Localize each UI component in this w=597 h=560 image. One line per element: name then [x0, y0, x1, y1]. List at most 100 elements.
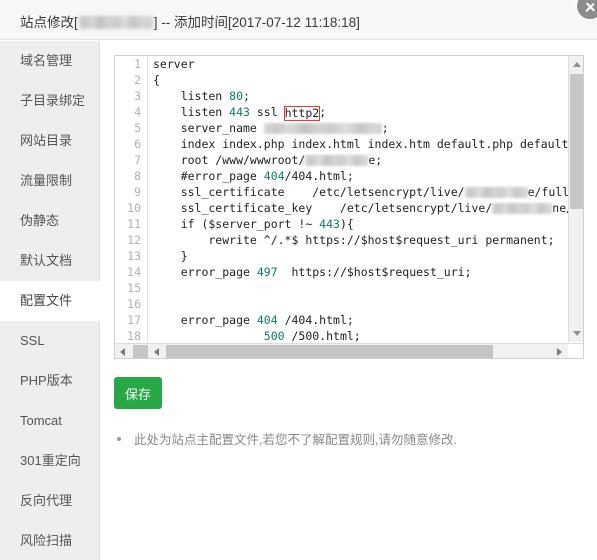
code-text-token: ){	[339, 217, 354, 231]
code-horizontal-scrollbar-thumb[interactable]	[166, 345, 493, 358]
sidebar-item-2[interactable]: 网站目录	[0, 121, 99, 161]
code-text-token: root /www/wwwroot/	[153, 153, 306, 167]
code-line: #error_page 404/404.html;	[149, 168, 568, 184]
sidebar-item-label: 域名管理	[20, 53, 73, 68]
code-text-token: https://$host$request_uri;	[277, 265, 472, 279]
sidebar-item-5[interactable]: 默认文档	[0, 241, 99, 281]
sidebar-item-label: PHP版本	[20, 373, 73, 388]
sidebar-item-label: 301重定向	[20, 453, 81, 468]
sidebar-item-4[interactable]: 伪静态	[0, 201, 99, 241]
main-content: 1 2 3 4 5 6 7 8 9 10 11 12 13 14 15 16 17 18 server{ list…	[101, 41, 597, 560]
code-horizontal-scroll-track[interactable]	[149, 344, 568, 358]
sidebar-item-9[interactable]: Tomcat	[0, 401, 99, 441]
sidebar-item-0[interactable]: 域名管理	[0, 41, 99, 81]
line-number: 16	[127, 297, 141, 311]
config-file-editor[interactable]: 1 2 3 4 5 6 7 8 9 10 11 12 13 14 15 16 17 18 server{ list…	[114, 55, 584, 359]
code-text-token: if ($server_port !~	[153, 217, 320, 231]
code-text-token: /404.html;	[277, 313, 354, 327]
code-text-token: server	[153, 57, 195, 71]
sidebar-item-6[interactable]: 配置文件	[0, 281, 100, 321]
code-text-token: /500.html;	[284, 329, 361, 342]
title-prefix: 站点修改[	[20, 15, 78, 30]
code-text-token: server_name	[153, 121, 264, 135]
horizontal-scrollbar-thumb-outer[interactable]	[133, 345, 148, 358]
line-number: 11	[127, 217, 141, 231]
line-number-gutter: 1 2 3 4 5 6 7 8 9 10 11 12 13 14 15 16 17 18	[115, 56, 148, 343]
line-number: 7	[134, 153, 141, 167]
code-line: ssl_certificate /etc/letsencrypt/live/e/…	[149, 184, 568, 200]
editor-horizontal-scrollbar[interactable]	[115, 343, 583, 358]
sidebar-item-3[interactable]: 流量限制	[0, 161, 99, 201]
code-number-token: 80	[229, 89, 244, 103]
sidebar-item-label: 风险扫描	[20, 533, 73, 548]
dialog-header: 站点修改[ ] -- 添加时间[2017-07-12 11:18:18]	[0, 0, 597, 40]
line-number: 13	[127, 249, 141, 263]
masked-domain-redaction	[464, 187, 528, 198]
code-line: 500 /500.html;	[149, 328, 568, 342]
line-number: 10	[127, 201, 141, 215]
line-number: 5	[134, 121, 141, 135]
line-number: 14	[127, 265, 141, 279]
code-text-token: {	[153, 73, 160, 87]
scroll-right-arrow-icon[interactable]	[551, 344, 568, 358]
editor-vertical-scrollbar[interactable]	[568, 56, 583, 342]
code-line: {	[149, 72, 568, 88]
sidebar-item-label: 网站目录	[20, 133, 73, 148]
line-number: 4	[134, 105, 141, 119]
code-text-token: #error_page	[153, 169, 264, 183]
sidebar-item-label: SSL	[20, 333, 45, 348]
code-line: root /www/wwwroot/e;	[149, 152, 568, 168]
sidebar-item-1[interactable]: 子目录绑定	[0, 81, 99, 121]
code-text-token: }	[153, 249, 188, 263]
scroll-down-arrow-icon[interactable]	[569, 325, 583, 342]
line-number: 3	[134, 89, 141, 103]
close-icon[interactable]	[575, 0, 597, 21]
code-text-token: error_page	[153, 313, 257, 327]
line-number: 17	[127, 313, 141, 327]
masked-domain-redaction	[492, 203, 553, 214]
sidebar-item-12[interactable]: 风险扫描	[0, 521, 99, 560]
note-text: 此处为站点主配置文件,若您不了解配置规则,请勿随意修改.	[134, 433, 457, 447]
line-number: 2	[134, 73, 141, 87]
code-line: error_page 497 https://$host$request_uri…	[149, 264, 568, 280]
line-number: 8	[134, 169, 141, 183]
line-number: 6	[134, 137, 141, 151]
title-suffix: ] -- 添加时间[2017-07-12 11:18:18]	[153, 15, 360, 30]
config-warning-note: 此处为站点主配置文件,若您不了解配置规则,请勿随意修改.	[117, 429, 577, 448]
code-text-token: ;	[319, 105, 327, 119]
highlighted-http2-token: http2	[283, 106, 321, 121]
sidebar-item-7[interactable]: SSL	[0, 321, 99, 361]
bullet-icon	[117, 437, 121, 441]
sidebar-item-label: 配置文件	[20, 293, 73, 308]
code-line: listen 80;	[149, 88, 568, 104]
code-text-token: ;	[243, 89, 250, 103]
code-line: if ($server_port !~ 443){	[149, 216, 568, 232]
code-text-token: ssl_certificate /etc/letsencrypt/live/	[153, 185, 465, 199]
code-line: server_name ;	[149, 120, 568, 136]
sidebar-item-11[interactable]: 反向代理	[0, 481, 99, 521]
sidebar-item-10[interactable]: 301重定向	[0, 441, 99, 481]
scroll-left-arrow-icon[interactable]	[115, 344, 132, 358]
page-title: 站点修改[ ] -- 添加时间[2017-07-12 11:18:18]	[20, 11, 360, 31]
code-text-token: e/fullchain.pem	[527, 185, 568, 199]
code-number-token: 404	[263, 169, 285, 183]
site-modify-dialog: 站点修改[ ] -- 添加时间[2017-07-12 11:18:18] 域名管理…	[0, 0, 597, 560]
sidebar-item-label: 默认文档	[20, 253, 73, 268]
scrollbar-corner	[568, 344, 583, 358]
scroll-up-arrow-icon[interactable]	[569, 56, 583, 73]
sidebar: 域名管理子目录绑定网站目录流量限制 伪静态默认文档配置文件 SSL PHP版本 Tomc…	[0, 41, 100, 560]
sidebar-item-label: 子目录绑定	[20, 93, 86, 108]
line-number: 12	[127, 233, 141, 247]
vertical-scrollbar-thumb[interactable]	[570, 74, 583, 209]
code-line: ssl_certificate_key /etc/letsencrypt/liv…	[149, 200, 568, 216]
sidebar-item-8[interactable]: PHP版本	[0, 361, 99, 401]
save-button[interactable]: 保存	[114, 377, 162, 409]
code-number-token: 443	[319, 217, 340, 231]
code-scroll-left-arrow-icon[interactable]	[149, 344, 166, 358]
code-text-token: error_page	[153, 265, 257, 279]
masked-domain	[78, 16, 153, 29]
code-text-area[interactable]: server { listen 80; listen 443 ssl http2;…	[149, 56, 568, 342]
code-line: rewrite ^/.*$ https://$host$request_uri …	[149, 232, 568, 248]
